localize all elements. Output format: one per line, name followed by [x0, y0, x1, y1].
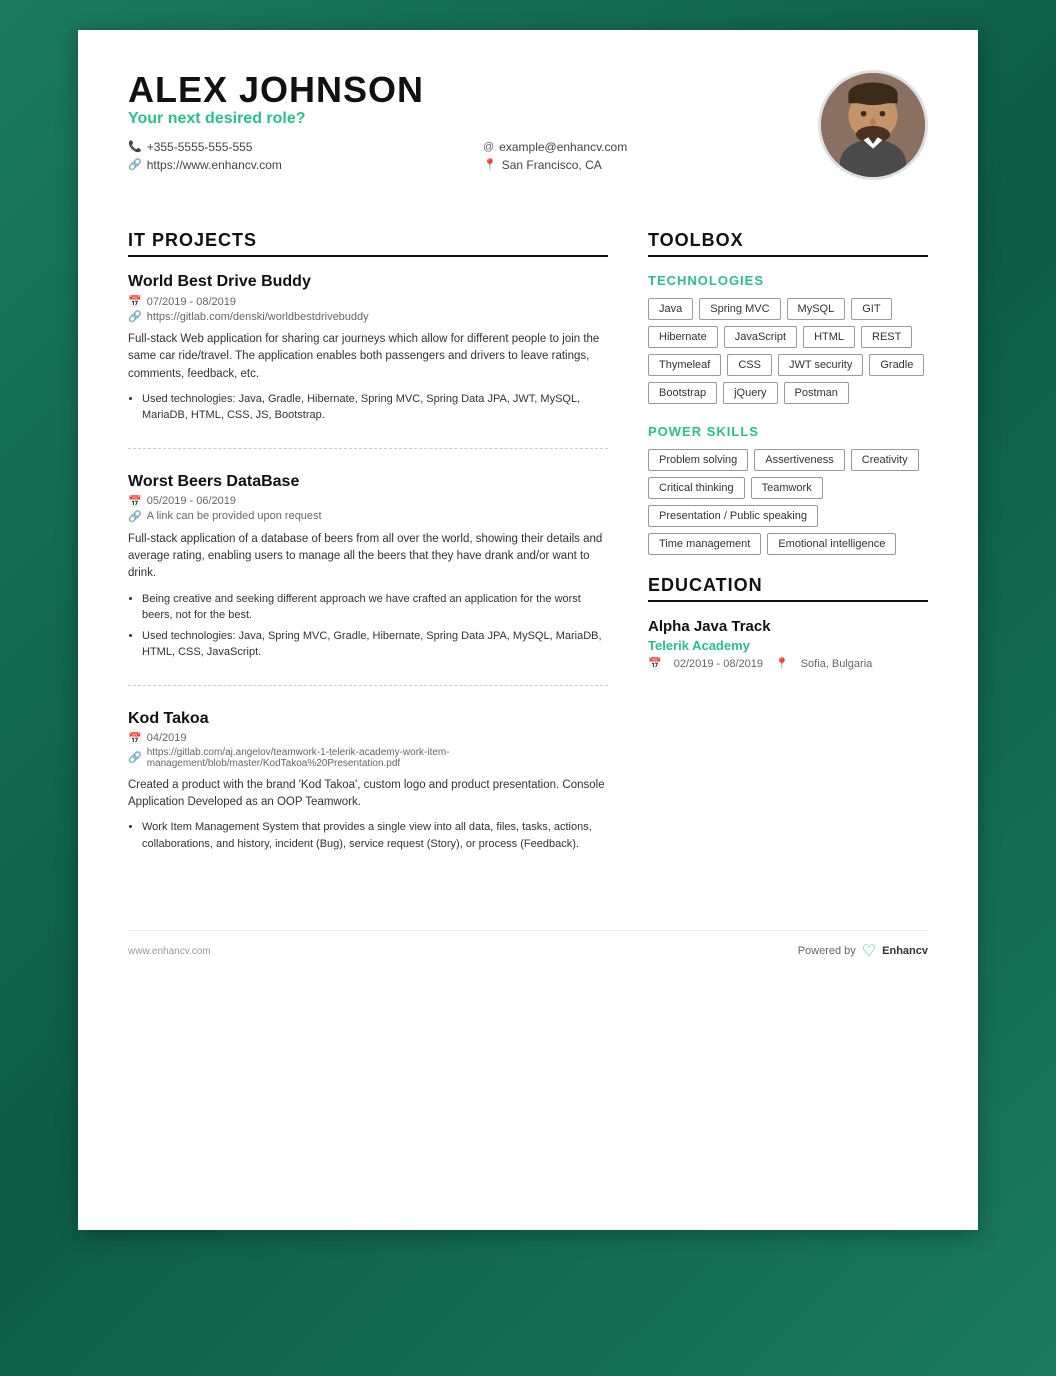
skill-tag: Teamwork [751, 477, 823, 499]
skill-tag: Time management [648, 533, 761, 555]
technology-tag: Hibernate [648, 326, 718, 348]
technology-tag: HTML [803, 326, 855, 348]
project-dates: 📅 07/2019 - 08/2019 [128, 295, 608, 308]
phone-item: 📞 +355-5555-555-555 [128, 140, 463, 154]
school-name: Alpha Java Track [648, 618, 928, 635]
project-description: Created a product with the brand 'Kod Ta… [128, 777, 608, 812]
technology-tag: JavaScript [724, 326, 797, 348]
power-skills-section: POWER SKILLS Problem solving Assertivenes… [648, 424, 928, 555]
email-item: @ example@enhancv.com [483, 140, 818, 154]
project-title: World Best Drive Buddy [128, 273, 608, 291]
skill-tag: Problem solving [648, 449, 748, 471]
school-org: Telerik Academy [648, 638, 928, 653]
footer: www.enhancv.com Powered by ♡ Enhancv [128, 930, 928, 961]
location-icon: 📍 [775, 657, 789, 670]
footer-website: www.enhancv.com [128, 946, 211, 957]
edu-dates: 02/2019 - 08/2019 [674, 658, 763, 670]
bullet-item: Being creative and seeking different app… [142, 591, 608, 624]
brand-name: Enhancv [882, 945, 928, 957]
header-info: ALEX JOHNSON Your next desired role? 📞 +… [128, 70, 818, 172]
project-title: Kod Takoa [128, 710, 608, 728]
project-title: Worst Beers DataBase [128, 473, 608, 491]
technologies-tags: Java Spring MVC MySQLGIT Hibernate JavaScrip… [648, 298, 928, 404]
avatar-image [821, 73, 925, 177]
project-bullets: Being creative and seeking different app… [128, 591, 608, 661]
heart-icon: ♡ [862, 941, 876, 961]
link-icon: 🔗 [128, 510, 142, 523]
technology-tag: CSS [727, 354, 772, 376]
technology-tag: GIT [851, 298, 891, 320]
calendar-icon: 📅 [128, 732, 142, 745]
education-meta: 📅 02/2019 - 08/2019 📍 Sofia, Bulgaria [648, 657, 928, 670]
project-dates: 📅 04/2019 [128, 732, 608, 745]
header-section: ALEX JOHNSON Your next desired role? 📞 +… [128, 70, 928, 200]
skill-tag: Presentation / Public speaking [648, 505, 818, 527]
bullet-item: Used technologies: Java, Spring MVC, Gra… [142, 628, 608, 661]
right-column: TOOLBOX TECHNOLOGIES Java Spring MVC MySQL… [648, 230, 928, 900]
skill-tag: Critical thinking [648, 477, 745, 499]
left-column: IT PROJECTS World Best Drive Buddy 📅 07/… [128, 230, 608, 900]
phone-icon: 📞 [128, 140, 142, 153]
project-bullets: Work Item Management System that provide… [128, 819, 608, 852]
technology-tag: Spring MVC [699, 298, 780, 320]
desired-role: Your next desired role? [128, 110, 818, 128]
link-icon: 🔗 [128, 310, 142, 323]
calendar-icon: 📅 [128, 495, 142, 508]
toolbox-title: TOOLBOX [648, 230, 928, 257]
skill-tag: Assertiveness [754, 449, 844, 471]
skill-tag: Creativity [851, 449, 919, 471]
location-text: San Francisco, CA [502, 158, 602, 172]
calendar-icon: 📅 [128, 295, 142, 308]
project-link: 🔗 https://gitlab.com/denski/worldbestdri… [128, 310, 608, 323]
bullet-item: Used technologies: Java, Gradle, Hiberna… [142, 391, 608, 424]
skill-tag: Emotional intelligence [767, 533, 896, 555]
technology-tag: jQuery [723, 382, 777, 404]
technology-tag: REST [861, 326, 912, 348]
link-icon: 🔗 [128, 158, 142, 171]
technology-tag: Postman [784, 382, 849, 404]
technologies-subtitle: TECHNOLOGIES [648, 273, 928, 288]
contact-grid: 📞 +355-5555-555-555 @ example@enhancv.co… [128, 140, 818, 172]
power-skills-tags: Problem solving Assertiveness Creativity Cr… [648, 449, 928, 555]
resume-page: ALEX JOHNSON Your next desired role? 📞 +… [78, 30, 978, 1230]
location-item: 📍 San Francisco, CA [483, 158, 818, 172]
project-description: Full-stack application of a database of … [128, 531, 608, 583]
project-dates: 📅 05/2019 - 06/2019 [128, 495, 608, 508]
technology-tag: JWT security [778, 354, 863, 376]
footer-logo: Powered by ♡ Enhancv [798, 941, 928, 961]
power-skills-subtitle: POWER SKILLS [648, 424, 928, 439]
technology-tag: MySQL [787, 298, 846, 320]
project-item: Worst Beers DataBase 📅 05/2019 - 06/2019… [128, 473, 608, 686]
location-icon: 📍 [483, 158, 497, 171]
candidate-name: ALEX JOHNSON [128, 70, 818, 110]
website-url: https://www.enhancv.com [147, 158, 282, 172]
it-projects-title: IT PROJECTS [128, 230, 608, 257]
technology-tag: Java [648, 298, 693, 320]
education-title: EDUCATION [648, 575, 928, 602]
edu-location: Sofia, Bulgaria [801, 658, 873, 670]
project-link: 🔗 https://gitlab.com/aj.angelov/teamwork… [128, 747, 608, 769]
technology-tag: Thymeleaf [648, 354, 721, 376]
email-icon: @ [483, 141, 494, 153]
project-bullets: Used technologies: Java, Gradle, Hiberna… [128, 391, 608, 424]
powered-by-text: Powered by [798, 945, 856, 957]
email-address: example@enhancv.com [499, 140, 627, 154]
technology-tag: Gradle [869, 354, 924, 376]
project-item: World Best Drive Buddy 📅 07/2019 - 08/20… [128, 273, 608, 449]
link-icon: 🔗 [128, 751, 142, 764]
technology-tag: Bootstrap [648, 382, 717, 404]
education-section: EDUCATION Alpha Java Track Telerik Acade… [648, 575, 928, 670]
project-link: 🔗 A link can be provided upon request [128, 510, 608, 523]
project-item: Kod Takoa 📅 04/2019 🔗 https://gitlab.com… [128, 710, 608, 877]
bullet-item: Work Item Management System that provide… [142, 819, 608, 852]
avatar [818, 70, 928, 180]
calendar-icon: 📅 [648, 657, 662, 670]
technologies-section: TECHNOLOGIES Java Spring MVC MySQLGIT Hiber… [648, 273, 928, 404]
main-content: IT PROJECTS World Best Drive Buddy 📅 07/… [128, 230, 928, 900]
phone-number: +355-5555-555-555 [147, 140, 253, 154]
website-item: 🔗 https://www.enhancv.com [128, 158, 463, 172]
project-description: Full-stack Web application for sharing c… [128, 331, 608, 383]
